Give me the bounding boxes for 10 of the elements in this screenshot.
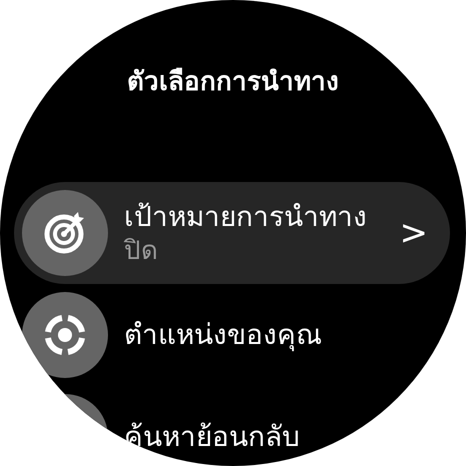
menu-item[interactable]: ตำแหน่งของคุณ [14,284,450,386]
crosshair-icon [42,312,88,358]
screen-title: ตัวเลือกการนำทาง [127,66,339,99]
item-label: ตำแหน่งของคุณ [124,317,322,353]
item-value: ปิด [124,235,158,267]
chevron-icon: > [400,213,428,253]
menu-item[interactable]: ค้นหาย้อนกลับ [14,386,450,466]
item-label: เป้าหมายการนำทาง [124,199,367,235]
menu-item[interactable]: เป้าหมายการนำทาง ปิด > [14,182,450,284]
item-label: ค้นหาย้อนกลับ [124,419,300,455]
